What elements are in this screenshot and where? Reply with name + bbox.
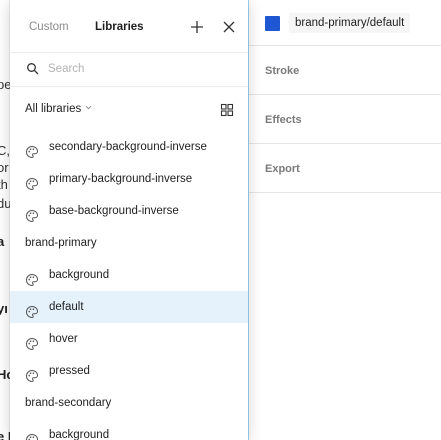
color-styles-popover: Custom Libraries All libraries secondary… <box>10 0 248 440</box>
canvas-text-fragment: e Majesty <box>0 429 10 440</box>
palette-icon <box>25 364 39 383</box>
color-style-item[interactable]: hover <box>10 323 248 355</box>
tab-libraries[interactable]: Libraries <box>95 20 144 34</box>
popover-header: Custom Libraries <box>10 0 248 52</box>
section-title: Effects <box>265 114 302 126</box>
search-bar <box>10 52 248 87</box>
style-label: secondary-background-inverse <box>49 141 207 153</box>
canvas-text-fragment: pe <box>0 77 10 92</box>
color-style-item[interactable]: background <box>10 259 248 291</box>
canvas-area: pe C, or th du a yı Ho e Majesty <box>0 0 10 440</box>
color-style-item[interactable]: secondary-background-inverse <box>10 131 248 163</box>
stroke-section[interactable]: Stroke <box>249 46 441 95</box>
canvas-text-fragment: C, <box>0 143 10 158</box>
canvas-text-fragment: yı <box>0 301 8 316</box>
tab-custom[interactable]: Custom <box>29 20 69 34</box>
color-style-item[interactable]: primary-background-inverse <box>10 163 248 195</box>
palette-icon <box>25 172 39 191</box>
canvas-text-fragment: du <box>0 196 10 211</box>
library-filter-dropdown[interactable]: All libraries <box>25 103 93 115</box>
fill-color-swatch[interactable] <box>265 16 280 31</box>
style-group-header: brand-secondary <box>10 387 248 419</box>
close-icon[interactable] <box>219 17 239 37</box>
color-style-item[interactable]: background <box>10 419 248 440</box>
style-label: default <box>49 301 84 313</box>
canvas-text-fragment: th <box>0 177 8 192</box>
style-label: background <box>49 429 110 440</box>
chevron-down-icon <box>84 103 93 115</box>
palette-icon <box>25 140 39 159</box>
palette-icon <box>25 300 39 319</box>
group-label: brand-secondary <box>25 397 112 409</box>
plus-icon[interactable] <box>187 17 207 37</box>
style-label: pressed <box>49 365 90 377</box>
style-label: background <box>49 269 110 281</box>
export-section[interactable]: Export <box>249 144 441 193</box>
fill-style-name[interactable]: brand-primary/default <box>289 13 411 33</box>
canvas-text-fragment: Ho <box>0 367 10 382</box>
palette-icon <box>25 332 39 351</box>
search-input[interactable] <box>48 60 228 78</box>
effects-section[interactable]: Effects <box>249 95 441 144</box>
section-title: Export <box>265 163 300 175</box>
canvas-text-fragment: a <box>0 234 5 249</box>
properties-panel: brand-primary/default Stroke Effects Exp… <box>249 0 441 440</box>
style-group-header: brand-primary <box>10 227 248 259</box>
style-label: base-background-inverse <box>49 205 179 217</box>
style-list: secondary-background-inverse primary-back… <box>10 131 248 440</box>
group-label: brand-primary <box>25 237 97 249</box>
color-style-item[interactable]: default <box>10 291 248 323</box>
canvas-text-fragment: or <box>0 160 9 175</box>
color-style-item[interactable]: pressed <box>10 355 248 387</box>
style-label: hover <box>49 333 78 345</box>
library-filter-label: All libraries <box>25 103 82 116</box>
palette-icon <box>25 268 39 287</box>
palette-icon <box>25 204 39 223</box>
search-icon <box>26 62 40 76</box>
style-label: primary-background-inverse <box>49 173 193 185</box>
palette-icon <box>25 428 39 440</box>
color-style-item[interactable]: base-background-inverse <box>10 195 248 227</box>
grid-view-icon[interactable] <box>220 103 234 117</box>
section-title: Stroke <box>265 65 300 77</box>
fill-style-row[interactable]: brand-primary/default <box>249 0 441 46</box>
library-filter-row: All libraries <box>10 96 248 124</box>
